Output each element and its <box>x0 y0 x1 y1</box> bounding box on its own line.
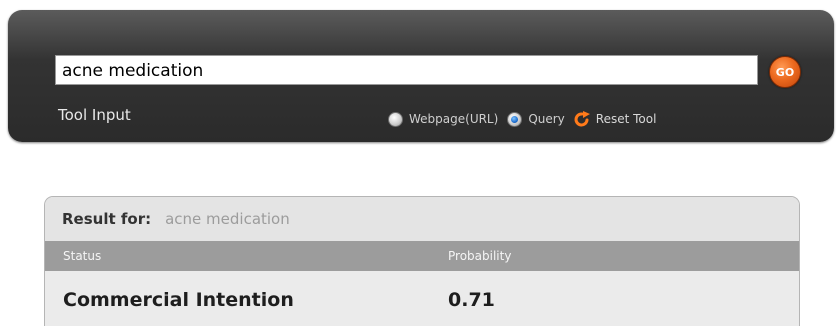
result-for-label: Result for: <box>62 210 152 228</box>
mode-radio-group: Webpage(URL) Query Reset Tool <box>388 110 656 128</box>
column-header-probability: Probability <box>448 249 512 263</box>
tool-panel: GO Tool Input Webpage(URL) Query Reset T… <box>8 10 834 142</box>
go-button[interactable]: GO <box>769 56 801 88</box>
reset-tool-button[interactable]: Reset Tool <box>574 111 657 127</box>
result-for-value: acne medication <box>165 210 290 228</box>
radio-button-checked[interactable] <box>507 111 523 127</box>
radio-label-query: Query <box>528 112 565 126</box>
column-header-row: Status Probability <box>45 241 799 271</box>
tool-input-label: Tool Input <box>58 106 131 124</box>
radio-webpage-url[interactable]: Webpage(URL) <box>388 111 499 127</box>
table-row: Commercial Intention 0.71 <box>45 271 799 326</box>
cell-status: Commercial Intention <box>63 289 294 311</box>
column-header-status: Status <box>63 249 102 263</box>
reset-arrow-icon <box>574 111 592 127</box>
reset-tool-label: Reset Tool <box>595 112 657 126</box>
result-table: Result for: acne medication Status Proba… <box>44 196 800 326</box>
radio-label-webpage-url: Webpage(URL) <box>409 112 499 126</box>
query-input[interactable] <box>55 55 758 85</box>
result-header: Result for: acne medication <box>45 197 799 241</box>
cell-probability: 0.71 <box>448 289 495 311</box>
radio-query[interactable]: Query <box>507 111 565 127</box>
radio-button-unchecked[interactable] <box>388 111 403 127</box>
